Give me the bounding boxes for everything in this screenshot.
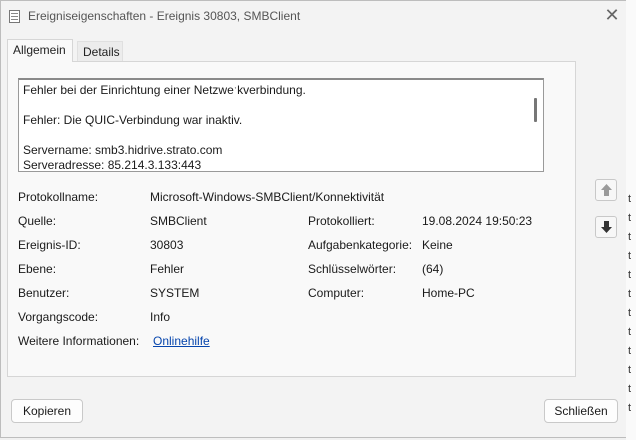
protokollname-label: Protokollname: [18,190,99,204]
background-text: t [628,231,632,243]
quelle-label: Quelle: [18,214,57,228]
vorgangscode-label: Vorgangscode: [18,310,99,324]
ereignis-id-label: Ereignis-ID: [18,238,81,252]
vorgangscode-value: Info [150,310,171,324]
onlinehilfe-link[interactable]: Onlinehilfe [153,334,210,348]
aufgabenkategorie-value: Keine [422,238,453,252]
title-bar[interactable]: Ereigniseigenschaften - Ereignis 30803, … [1,1,633,31]
background-text: t [628,383,632,395]
aufgabenkategorie-label: Aufgabenkategorie: [308,238,413,252]
window-title: Ereigniseigenschaften - Ereignis 30803, … [28,9,301,23]
ebene-value: Fehler [150,262,185,276]
description-line: Serveradresse: 85.214.3.133:443 [23,158,202,172]
schluesselwoerter-label: Schlüsselwörter: [308,262,397,276]
protokolliert-label: Protokolliert: [308,214,375,228]
arrow-up-icon [601,184,612,196]
quelle-value: SMBClient [150,214,207,228]
arrow-down-icon [601,221,612,233]
close-window-button[interactable]: ✕ [601,5,623,27]
close-button[interactable]: Schließen [544,399,618,423]
protokolliert-value: 19.08.2024 19:50:23 [422,214,533,228]
schluesselwoerter-value: (64) [422,262,444,276]
event-description-box[interactable]: Fehler bei der Einrichtung einer Netzweˑ… [18,78,544,172]
background-text: t [628,402,632,414]
background-text: t [628,326,632,338]
weitere-informationen-label: Weitere Informationen: [18,334,140,348]
event-viewer-icon [9,10,20,23]
tab-details[interactable]: Details [77,41,123,61]
computer-value: Home-PC [422,286,475,300]
description-scrollbar[interactable] [534,98,537,122]
computer-label: Computer: [308,286,365,300]
background-text: t [628,364,632,376]
description-line: Fehler: Die QUIC-Verbindung war inaktiv. [23,113,243,127]
event-properties-window: Ereigniseigenschaften - Ereignis 30803, … [0,0,634,438]
background-text: t [628,212,632,224]
tab-allgemein[interactable]: Allgemein [7,39,73,62]
background-text: t [628,288,632,300]
background-text: t [628,345,632,357]
ereignis-id-value: 30803 [150,238,184,252]
background-text: t [628,307,632,319]
copy-button[interactable]: Kopieren [11,399,83,423]
ebene-label: Ebene: [18,262,57,276]
background-text: t [628,250,632,262]
background-text: t [628,193,632,205]
protokollname-value: Microsoft-Windows-SMBClient/Konnektivitä… [150,190,385,204]
background-text: t [628,269,632,281]
benutzer-label: Benutzer: [18,286,70,300]
next-event-button[interactable] [595,216,617,238]
description-line: Servername: smb3.hidrive.strato.com [23,143,223,157]
benutzer-value: SYSTEM [150,286,200,300]
previous-event-button[interactable] [595,179,617,201]
description-line: Fehler bei der Einrichtung einer Netzweˑ… [23,83,306,97]
